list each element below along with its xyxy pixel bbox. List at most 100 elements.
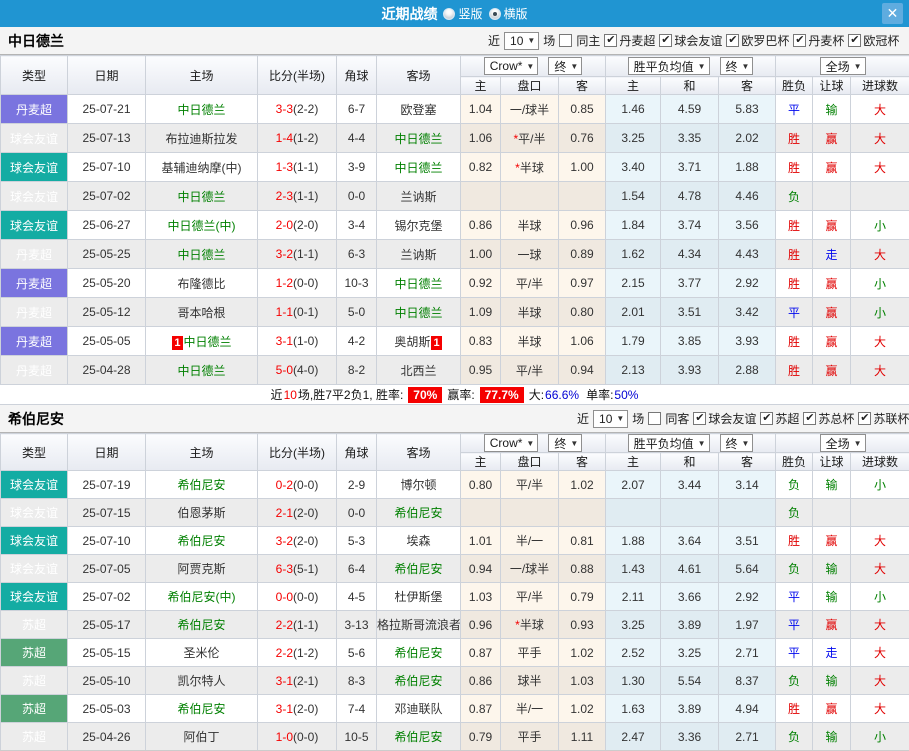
corner-cell: 3-13 <box>337 611 377 639</box>
score-cell: 3-1(1-0) <box>258 327 337 356</box>
goals-cell: 小 <box>851 211 909 240</box>
checkbox-checked-icon[interactable]: ✔ <box>803 412 816 425</box>
league-filter-label: 苏联杯 <box>873 410 909 427</box>
mean-lose: 2.02 <box>719 124 776 153</box>
handicap-value: 平/半 <box>516 590 543 604</box>
league-filter-item[interactable]: ✔苏超 <box>760 410 799 427</box>
radio-icon-vertical[interactable] <box>443 8 455 20</box>
same-home-label: 同主 <box>576 32 600 49</box>
odds-source-select[interactable]: Crow*▼ <box>484 57 539 75</box>
handicap-cell: 平/半 <box>501 583 559 611</box>
away-team-cell: 欧登塞 <box>377 95 461 124</box>
home-team-name: 阿伯丁 <box>183 730 219 744</box>
same-away-checkbox[interactable] <box>648 412 661 425</box>
match-date: 25-05-10 <box>68 667 146 695</box>
handicap-value: 平/半 <box>516 478 543 492</box>
result-cell: 胜 <box>776 153 813 182</box>
corner-cell: 6-7 <box>337 95 377 124</box>
handicap-result-cell <box>813 182 851 211</box>
scope-select[interactable]: 全场▼ <box>820 434 866 452</box>
league-filter-item[interactable]: ✔球会友谊 <box>693 410 756 427</box>
match-count-select[interactable]: 10▼ <box>593 410 628 428</box>
checkbox-checked-icon[interactable]: ✔ <box>659 34 672 47</box>
mean-lose: 2.71 <box>719 723 776 751</box>
subcol-mean-away: 客 <box>719 453 776 471</box>
fulltime-score: 2-0 <box>276 218 293 232</box>
handicap-value: 一球 <box>517 248 541 262</box>
home-team-name: 布隆德比 <box>177 277 225 291</box>
odds-time-select[interactable]: 终▼ <box>548 434 582 452</box>
home-team-name: 希伯尼安 <box>177 478 225 492</box>
handicap-value: 球半 <box>517 674 541 688</box>
checkbox-checked-icon[interactable]: ✔ <box>693 412 706 425</box>
match-row: 球会友谊 25-07-10 基辅迪纳摩(中) 1-3(1-1) 3-9 中日德兰… <box>1 153 909 182</box>
checkbox-checked-icon[interactable]: ✔ <box>604 34 617 47</box>
odds-source-select[interactable]: Crow*▼ <box>484 434 539 452</box>
home-team-name: 希伯尼安 <box>177 534 225 548</box>
league-filter-item[interactable]: ✔球会友谊 <box>659 32 722 49</box>
column-header-type: 类型 <box>1 434 68 471</box>
home-team-cell: 基辅迪纳摩(中) <box>146 153 258 182</box>
away-team-cell: 邓迪联队 <box>377 695 461 723</box>
window-title: 近期战绩 <box>381 4 437 24</box>
home-team-name: 圣米伦 <box>183 646 219 660</box>
odds-home: 0.87 <box>461 639 501 667</box>
away-team-name: 中日德兰 <box>394 306 442 320</box>
mean-type-select[interactable]: 胜平负均值▼ <box>628 57 710 75</box>
layout-option-horizontal[interactable]: 横版 <box>489 5 528 22</box>
checkbox-checked-icon[interactable]: ✔ <box>760 412 773 425</box>
mean-time-select[interactable]: 终▼ <box>720 434 754 452</box>
odds-away: 0.81 <box>559 527 606 555</box>
score-cell: 2-1(2-0) <box>258 499 337 527</box>
home-team-name: 中日德兰 <box>177 364 225 378</box>
away-team-cell: 中日德兰 <box>377 124 461 153</box>
league-type-badge: 丹麦超 <box>1 298 68 327</box>
league-filter-item[interactable]: ✔苏联杯 <box>858 410 909 427</box>
mean-type-select[interactable]: 胜平负均值▼ <box>628 434 710 452</box>
league-filter-item[interactable]: ✔苏总杯 <box>803 410 854 427</box>
away-team-name: 埃森 <box>406 534 430 548</box>
league-filter-item[interactable]: ✔丹麦杯 <box>793 32 844 49</box>
radio-icon-horizontal[interactable] <box>489 8 501 20</box>
odds-away: 0.96 <box>559 211 606 240</box>
league-filter-label: 丹麦超 <box>619 32 655 49</box>
league-filter-item[interactable]: ✔欧冠杯 <box>848 32 899 49</box>
result-cell: 负 <box>776 723 813 751</box>
match-row: 苏超 25-05-03 希伯尼安 3-1(2-0) 7-4 邓迪联队 0.87 … <box>1 695 909 723</box>
odds-home: 0.79 <box>461 723 501 751</box>
result-cell: 负 <box>776 555 813 583</box>
league-type-badge: 球会友谊 <box>1 211 68 240</box>
layout-option-vertical[interactable]: 竖版 <box>443 5 482 22</box>
league-type-badge: 丹麦超 <box>1 240 68 269</box>
halftime-score: (0-0) <box>293 276 318 290</box>
mean-time-select[interactable]: 终▼ <box>720 57 754 75</box>
result-cell: 胜 <box>776 269 813 298</box>
corner-cell: 4-4 <box>337 124 377 153</box>
mean-win: 1.88 <box>606 527 661 555</box>
close-button[interactable]: ✕ <box>882 3 903 24</box>
league-filter-item[interactable]: ✔丹麦超 <box>604 32 655 49</box>
odds-home: 1.00 <box>461 240 501 269</box>
fulltime-score: 0-2 <box>276 478 293 492</box>
odds-time-select[interactable]: 终▼ <box>548 57 582 75</box>
handicap-value: 平手 <box>517 730 541 744</box>
scope-select[interactable]: 全场▼ <box>820 57 866 75</box>
checkbox-checked-icon[interactable]: ✔ <box>848 34 861 47</box>
result-cell: 胜 <box>776 124 813 153</box>
halftime-score: (1-1) <box>293 247 318 261</box>
away-team-name: 杜伊斯堡 <box>394 590 442 604</box>
checkbox-checked-icon[interactable]: ✔ <box>858 412 871 425</box>
checkbox-checked-icon[interactable]: ✔ <box>726 34 739 47</box>
goals-cell: 小 <box>851 269 909 298</box>
score-cell: 3-1(2-1) <box>258 667 337 695</box>
same-home-checkbox[interactable] <box>559 34 572 47</box>
fulltime-score: 1-4 <box>276 131 293 145</box>
goals-cell: 大 <box>851 639 909 667</box>
checkbox-checked-icon[interactable]: ✔ <box>793 34 806 47</box>
match-count-select[interactable]: 10▼ <box>504 32 539 50</box>
halftime-score: (2-0) <box>293 506 318 520</box>
odds-away: 0.76 <box>559 124 606 153</box>
result-cell: 平 <box>776 298 813 327</box>
fulltime-score: 2-1 <box>276 506 293 520</box>
league-filter-item[interactable]: ✔欧罗巴杯 <box>726 32 789 49</box>
